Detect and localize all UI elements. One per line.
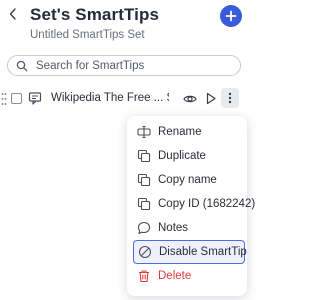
more-options-button[interactable]: [221, 88, 239, 108]
context-menu: Rename Duplicate Copy name Copy ID (1682…: [127, 116, 255, 296]
menu-item-label: Notes: [158, 222, 189, 234]
menu-item-label: Disable SmartTip: [159, 246, 247, 258]
trash-icon: [137, 269, 151, 283]
menu-item-label: Delete: [158, 270, 192, 282]
drag-handle-icon[interactable]: [1, 92, 7, 106]
search-box: [7, 55, 241, 76]
chevron-left-icon: [9, 8, 16, 20]
menu-item-copy-name[interactable]: Copy name: [133, 168, 245, 192]
plus-icon: [225, 10, 237, 22]
smarttip-name: Wikipedia The Free ... Smart...: [51, 92, 169, 104]
copy-icon: [137, 197, 151, 211]
page-subtitle: Untitled SmartTips Set: [30, 29, 145, 41]
menu-item-label: Copy ID (1682242): [158, 198, 256, 210]
menu-item-label: Copy name: [158, 174, 217, 186]
eye-icon[interactable]: [183, 92, 197, 106]
menu-item-delete[interactable]: Delete: [133, 264, 245, 288]
list-item[interactable]: Wikipedia The Free ... Smart...: [0, 88, 248, 110]
row-checkbox[interactable]: [11, 93, 22, 104]
menu-item-label: Rename: [158, 126, 202, 138]
menu-item-label: Duplicate: [158, 150, 206, 162]
header: Set's SmartTips Untitled SmartTips Set: [0, 0, 248, 50]
smarttip-icon: [28, 92, 42, 105]
add-button[interactable]: [220, 5, 242, 27]
search-icon: [16, 60, 28, 72]
menu-item-copy-id[interactable]: Copy ID (1682242): [133, 192, 255, 216]
duplicate-icon: [137, 149, 151, 163]
disable-icon: [138, 245, 152, 259]
menu-item-notes[interactable]: Notes: [133, 216, 245, 240]
menu-item-duplicate[interactable]: Duplicate: [133, 144, 245, 168]
play-icon[interactable]: [205, 92, 217, 105]
page-title: Set's SmartTips: [30, 5, 159, 24]
notes-icon: [137, 221, 151, 235]
back-button[interactable]: [6, 6, 20, 22]
menu-item-rename[interactable]: Rename: [133, 120, 245, 144]
menu-item-disable-smarttip[interactable]: Disable SmartTip: [133, 240, 247, 264]
copy-icon: [137, 173, 151, 187]
more-vertical-icon: [228, 92, 232, 104]
search-input[interactable]: [36, 59, 236, 72]
rename-icon: [137, 125, 151, 139]
